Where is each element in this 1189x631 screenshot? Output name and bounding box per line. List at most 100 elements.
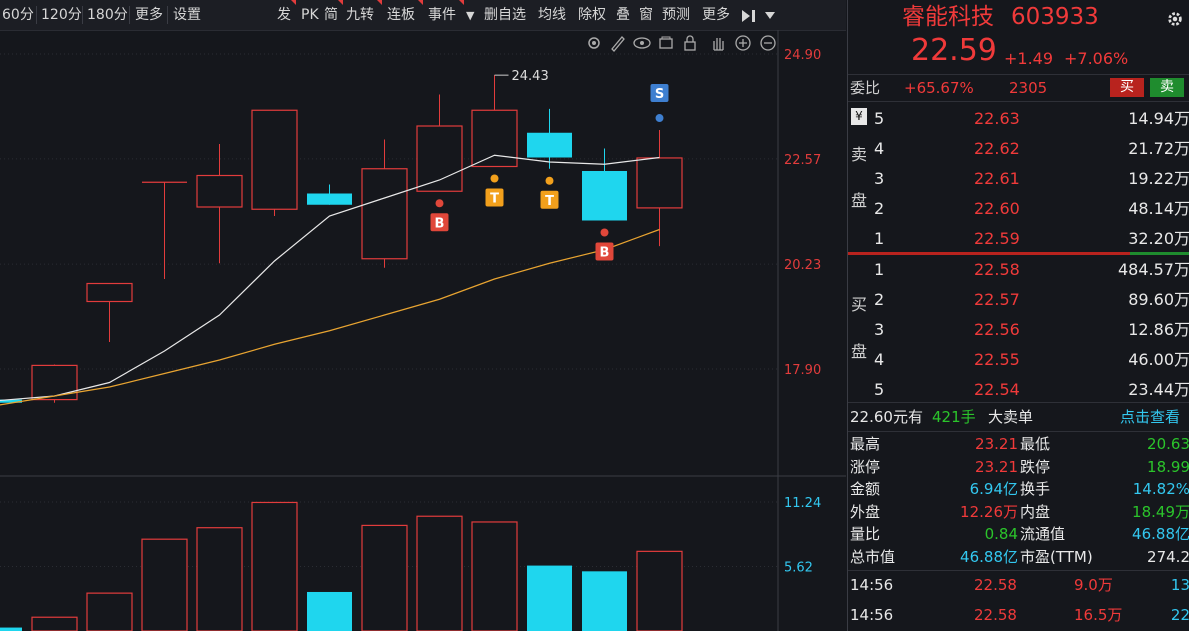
period-60min-tab[interactable]: 60分	[2, 5, 34, 25]
stat-label: 涨停	[850, 457, 881, 476]
stat-value: 18.99	[1147, 457, 1189, 476]
divider	[82, 6, 83, 24]
stat-label: 市盈(TTM)	[1020, 547, 1093, 566]
ask-volume: 32.20万	[1128, 229, 1189, 248]
bid-volume: 23.44万	[1128, 380, 1189, 399]
volume-bar	[361, 524, 408, 631]
current-price: 22.59	[911, 33, 997, 68]
candle-body	[361, 168, 408, 260]
moving-average-button[interactable]: 均线	[538, 5, 566, 25]
candle-body	[251, 109, 298, 210]
big-order-hands: 421手	[932, 408, 976, 426]
bid-level: 3	[874, 320, 885, 339]
bid-level: 2	[874, 290, 885, 309]
price-axis-label: 17.90	[784, 363, 821, 378]
view-details-link[interactable]: 点击查看	[1120, 406, 1180, 428]
candle-body	[31, 364, 78, 401]
remove-favorite-button[interactable]: 删自选	[484, 5, 526, 25]
volume-bar	[416, 515, 463, 631]
stat-value: 46.88亿	[1132, 525, 1189, 543]
sell-side-label-2: 盘	[851, 191, 868, 210]
divider	[129, 6, 130, 24]
more-tools-button[interactable]: 更多	[702, 5, 730, 25]
tool-fa-button[interactable]: 发	[277, 5, 291, 25]
stat-value: 23.21	[975, 457, 1018, 476]
signal-dot	[655, 114, 664, 123]
tick-volume: 9.0万	[1074, 576, 1113, 594]
dropdown-arrow-icon[interactable]: ▼	[466, 6, 474, 26]
bid-volume: 484.57万	[1118, 260, 1189, 279]
tool-pk-button[interactable]: PK	[301, 5, 319, 25]
tick-count: 13	[1170, 576, 1189, 594]
kline-chart[interactable]: 24.90 22.57 20.23 17.90 11.24 5.62 24.43 B T T B S	[0, 30, 846, 631]
volume-bar	[251, 501, 298, 631]
weicha-value: 2305	[1009, 79, 1048, 97]
stock-code: 603933	[1011, 4, 1099, 30]
price-change: +1.49	[1004, 49, 1054, 68]
stat-value: 14.82%	[1132, 480, 1189, 498]
bid-price: 22.57	[974, 290, 1020, 309]
volume-bar	[196, 527, 243, 631]
ask-level: 2	[874, 199, 885, 218]
forecast-button[interactable]: 预测	[662, 5, 690, 25]
volume-bar	[86, 592, 133, 631]
ask-volume: 48.14万	[1128, 199, 1189, 218]
tick-time: 14:56	[850, 606, 894, 624]
sell-button[interactable]: 卖	[1150, 78, 1184, 97]
ask-price: 22.60	[974, 199, 1020, 218]
signal-label: T	[490, 192, 499, 207]
quote-panel: 睿能科技 603933 22.59 +1.49 +7.06% 委比 +65.67…	[847, 0, 1189, 631]
ex-rights-button[interactable]: 除权	[578, 5, 606, 25]
chevron-down-icon[interactable]	[764, 11, 776, 21]
bid-price: 22.56	[974, 320, 1020, 339]
volume-bar	[307, 591, 352, 631]
candle-body	[307, 193, 352, 205]
new-badge-icon	[338, 0, 343, 5]
new-badge-icon	[418, 0, 423, 5]
price-axis-label: 24.90	[784, 48, 821, 63]
bid-price: 22.55	[974, 350, 1020, 369]
candle-body	[196, 174, 243, 208]
tool-jiuzhuan-button[interactable]: 九转	[346, 5, 374, 25]
big-order-price: 22.60元有	[850, 408, 923, 426]
new-badge-icon	[377, 0, 382, 5]
sell-power-bar	[1130, 252, 1189, 255]
candle-body	[86, 282, 133, 303]
stat-label: 换手	[1020, 480, 1051, 498]
overlay-button[interactable]: 叠	[616, 5, 630, 25]
stat-label: 量比	[850, 525, 881, 543]
volume-bar	[471, 521, 518, 631]
stat-label: 流通值	[1020, 525, 1066, 543]
gear-icon[interactable]	[1166, 10, 1184, 28]
new-badge-icon	[291, 0, 296, 5]
ask-price: 22.62	[974, 139, 1020, 158]
tick-count: 22	[1170, 606, 1189, 624]
ask-level: 1	[874, 229, 885, 248]
collapse-right-icon[interactable]	[740, 8, 760, 24]
bid-volume: 89.60万	[1128, 290, 1189, 309]
stat-value: 46.88亿	[960, 547, 1018, 566]
settings-button[interactable]: 设置	[173, 5, 201, 25]
stat-label: 最低	[1020, 435, 1051, 453]
period-120min-tab[interactable]: 120分	[41, 5, 82, 25]
ask-volume: 14.94万	[1128, 109, 1189, 128]
stat-value: 18.49万	[1132, 502, 1189, 521]
stat-value: 0.84	[984, 525, 1018, 543]
ask-price: 22.59	[974, 229, 1020, 248]
buy-button[interactable]: 买	[1110, 78, 1144, 97]
tool-lianban-button[interactable]: 连板	[387, 5, 415, 25]
divider	[167, 6, 168, 24]
volume-bar	[636, 550, 683, 631]
period-180min-tab[interactable]: 180分	[87, 5, 128, 25]
volume-bar	[527, 565, 572, 631]
more-periods-button[interactable]: 更多	[135, 5, 163, 25]
weibi-value: +65.67%	[904, 79, 974, 97]
tool-events-button[interactable]: 事件	[428, 5, 456, 25]
ask-volume: 21.72万	[1128, 139, 1189, 158]
candle-body	[471, 109, 518, 168]
tick-volume: 16.5万	[1074, 606, 1123, 624]
tool-simple-button[interactable]: 简	[324, 5, 338, 25]
volume-bar	[582, 571, 627, 631]
ask-level: 4	[874, 139, 885, 158]
window-button[interactable]: 窗	[639, 5, 653, 25]
